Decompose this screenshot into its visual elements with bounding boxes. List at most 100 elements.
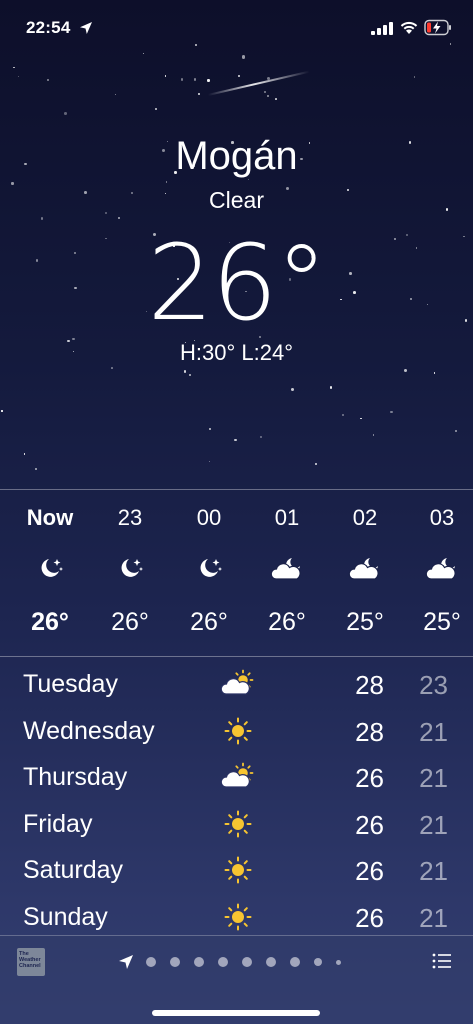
page-dot[interactable] — [290, 957, 300, 967]
hourly-forecast[interactable]: Now 26° 23 26° 00 26° 01 26° 02 25° 03 2… — [0, 490, 473, 656]
day-name: Friday — [23, 810, 93, 838]
page-dot[interactable] — [194, 957, 204, 967]
day-name: Wednesday — [23, 717, 155, 745]
moon-stars-icon — [41, 559, 63, 577]
star — [207, 79, 210, 82]
page-indicator[interactable] — [118, 954, 355, 970]
shooting-star — [207, 70, 310, 96]
list-icon[interactable] — [432, 952, 452, 970]
star — [155, 107, 158, 110]
hour-temperature: 26° — [268, 608, 306, 636]
hour-temperature: 26° — [190, 608, 228, 636]
day-low: 23 — [419, 670, 448, 700]
star — [208, 428, 211, 431]
sun-icon — [224, 810, 252, 838]
day-name: Tuesday — [23, 670, 118, 698]
sun-icon — [224, 717, 252, 745]
location-arrow-icon[interactable] — [118, 954, 134, 970]
star — [267, 77, 271, 81]
star — [315, 462, 318, 465]
hour-label: 23 — [117, 505, 143, 530]
star — [12, 66, 15, 69]
cloud-sun-icon — [221, 762, 254, 788]
star — [360, 417, 362, 420]
star — [263, 90, 266, 93]
hour-temperature: 25° — [346, 608, 384, 636]
day-high: 26 — [355, 810, 384, 840]
daily-row: Thursday 26 21 — [0, 755, 473, 801]
hourly-item: Now 26° — [11, 490, 89, 656]
high-low-temperature: H:30° L:24° — [180, 340, 293, 365]
status-bar: 22:54 — [0, 0, 473, 56]
star — [433, 371, 436, 374]
star — [266, 94, 269, 97]
day-low: 21 — [419, 856, 448, 886]
day-high: 26 — [355, 856, 384, 886]
star — [64, 112, 67, 116]
day-high: 26 — [355, 903, 384, 933]
cloud-sun-icon — [221, 669, 254, 695]
current-temperature: 26° — [147, 222, 327, 344]
divider — [0, 656, 473, 657]
page-dot[interactable] — [314, 958, 322, 966]
day-low: 21 — [419, 763, 448, 793]
cloud-moon-icon — [425, 557, 456, 580]
bottom-toolbar: The Weather Channel — [0, 935, 473, 1024]
star — [23, 453, 25, 455]
home-indicator[interactable] — [152, 1010, 320, 1016]
page-dot[interactable] — [242, 957, 252, 967]
page-dot[interactable] — [146, 957, 156, 967]
star — [1, 410, 3, 412]
star — [234, 438, 237, 442]
day-low: 21 — [419, 810, 448, 840]
daily-row: Saturday 26 21 — [0, 848, 473, 894]
page-dot[interactable] — [170, 957, 180, 967]
star — [198, 92, 201, 96]
star — [372, 434, 375, 436]
star — [40, 217, 43, 220]
hour-label: 03 — [429, 505, 455, 530]
hour-label: Now — [26, 505, 74, 530]
hour-label: 00 — [196, 505, 222, 530]
day-name: Thursday — [23, 763, 128, 791]
star — [414, 76, 416, 78]
cellular-signal-icon — [371, 22, 393, 35]
moon-stars-icon — [121, 559, 143, 577]
star — [180, 78, 183, 81]
sun-icon — [224, 856, 252, 884]
daily-row: Tuesday 28 23 — [0, 662, 473, 708]
page-dot[interactable] — [218, 957, 228, 967]
wifi-icon — [400, 21, 418, 34]
star — [454, 429, 457, 432]
day-name: Saturday — [23, 856, 124, 884]
star — [342, 414, 344, 416]
star — [237, 74, 240, 77]
star — [208, 460, 211, 462]
sun-icon — [224, 903, 252, 931]
hour-label: 02 — [352, 505, 378, 530]
page-dot[interactable] — [266, 957, 276, 967]
hourly-item: 03 25° — [403, 490, 473, 656]
hourly-item: 01 26° — [248, 490, 326, 656]
day-name: Sunday — [23, 903, 108, 931]
weather-channel-logo-icon[interactable]: The Weather Channel — [17, 948, 45, 976]
daily-row: Friday 26 21 — [0, 802, 473, 848]
star — [115, 93, 117, 95]
battery-charging-icon — [424, 19, 451, 36]
hourly-item: 23 26° — [91, 490, 169, 656]
moon-stars-icon — [200, 559, 222, 577]
hour-temperature: 26° — [111, 608, 149, 636]
star — [35, 468, 38, 470]
page-dot[interactable] — [336, 959, 341, 965]
star — [260, 436, 263, 439]
star — [275, 98, 277, 100]
star — [165, 181, 168, 183]
star — [390, 411, 393, 414]
daily-row: Wednesday 28 21 — [0, 709, 473, 755]
star — [193, 77, 197, 81]
star — [291, 387, 295, 391]
hour-temperature: 25° — [423, 608, 461, 636]
star — [17, 75, 19, 78]
hourly-item: 00 26° — [170, 490, 248, 656]
cloud-moon-icon — [348, 557, 379, 580]
